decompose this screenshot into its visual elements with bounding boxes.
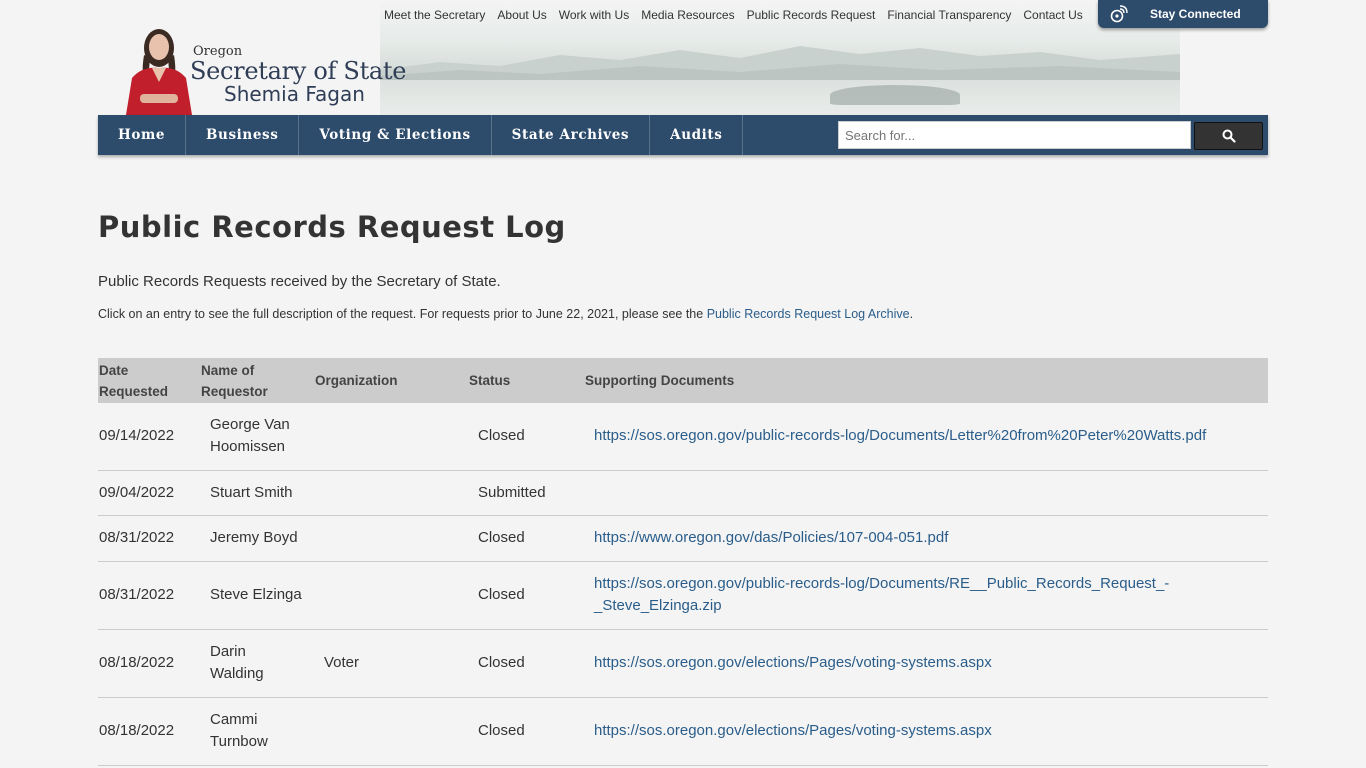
stay-connected-label: Stay Connected [1150,7,1241,21]
utility-link-media-resources[interactable]: Media Resources [641,8,734,22]
cell-doc-link[interactable]: https://sos.oregon.gov/elections/Pages/v… [594,652,992,674]
satellite-icon [1110,5,1128,23]
table-row[interactable]: 08/18/2022 Cammi Turnbow Closed https://… [98,698,1268,766]
utility-link-about-us[interactable]: About Us [497,8,546,22]
cell-organization: Voter [324,654,360,671]
page-intro: Public Records Requests received by the … [98,273,501,290]
cell-status: Closed [478,586,525,603]
cell-status: Closed [478,722,525,739]
cell-date: 08/18/2022 [99,654,175,671]
table-row[interactable]: 09/14/2022 George Van Hoomissen Closed h… [98,403,1268,471]
note-prefix: Click on an entry to see the full descri… [98,307,707,321]
page-note: Click on an entry to see the full descri… [98,307,913,321]
logo-name: Shemia Fagan [224,82,365,106]
header-date[interactable]: Date Requested [99,360,168,402]
nav-audits[interactable]: Audits [650,115,744,155]
secretary-portrait [126,29,192,115]
cell-doc-link[interactable]: https://sos.oregon.gov/elections/Pages/v… [594,720,992,742]
cell-name: Jeremy Boyd [210,529,298,546]
table-row[interactable]: 09/04/2022 Stuart Smith Submitted [98,471,1268,516]
header-organization[interactable]: Organization [315,370,398,391]
cell-date: 08/18/2022 [99,722,175,739]
cell-date: 08/31/2022 [99,586,175,603]
nav-voting-elections[interactable]: Voting & Elections [299,115,492,155]
stay-connected-button[interactable]: Stay Connected [1098,0,1268,28]
cell-date: 09/14/2022 [99,427,175,444]
cell-name: Cammi Turnbow [210,711,268,750]
cell-status: Closed [478,654,525,671]
cell-date: 09/04/2022 [99,484,175,501]
cell-name: Darin Walding [210,643,264,682]
table-row[interactable]: 08/31/2022 Jeremy Boyd Closed https://ww… [98,516,1268,562]
archive-link[interactable]: Public Records Request Log Archive [707,307,910,321]
nav-business[interactable]: Business [186,115,300,155]
nav-home[interactable]: Home [98,115,187,155]
table-row[interactable]: 08/18/2022 Darin Walding Voter Closed ht… [98,630,1268,698]
note-suffix: . [909,307,914,321]
cell-doc-link[interactable]: https://www.oregon.gov/das/Policies/107-… [594,527,948,549]
logo-title[interactable]: Secretary of State [190,57,406,85]
search-input[interactable] [838,121,1191,149]
cell-status: Closed [478,427,525,444]
header-status[interactable]: Status [469,370,510,391]
cell-name: Stuart Smith [210,484,293,501]
cell-name: George Van Hoomissen [210,416,290,455]
search-button[interactable] [1194,122,1263,150]
page-title: Public Records Request Log [98,210,566,244]
cell-doc-link[interactable]: https://sos.oregon.gov/public-records-lo… [594,573,1169,617]
table-header: Date Requested Name of Requestor Organiz… [98,358,1268,403]
cell-status: Closed [478,529,525,546]
header-supporting-docs[interactable]: Supporting Documents [585,370,734,391]
utility-link-financial-transparency[interactable]: Financial Transparency [887,8,1011,22]
utility-nav: Meet the Secretary About Us Work with Us… [384,8,1095,22]
search-icon [1222,129,1236,143]
nav-state-archives[interactable]: State Archives [492,115,651,155]
utility-link-contact-us[interactable]: Contact Us [1023,8,1082,22]
cell-date: 08/31/2022 [99,529,175,546]
utility-link-public-records[interactable]: Public Records Request [747,8,876,22]
utility-link-work-with-us[interactable]: Work with Us [559,8,629,22]
cell-doc-link[interactable]: https://sos.oregon.gov/public-records-lo… [594,425,1206,447]
records-table: Date Requested Name of Requestor Organiz… [98,358,1268,766]
utility-link-meet-secretary[interactable]: Meet the Secretary [384,8,485,22]
table-row[interactable]: 08/31/2022 Steve Elzinga Closed https://… [98,562,1268,630]
cell-status: Submitted [478,484,546,501]
cell-name: Steve Elzinga [210,586,302,603]
header-name[interactable]: Name of Requestor [201,360,268,402]
